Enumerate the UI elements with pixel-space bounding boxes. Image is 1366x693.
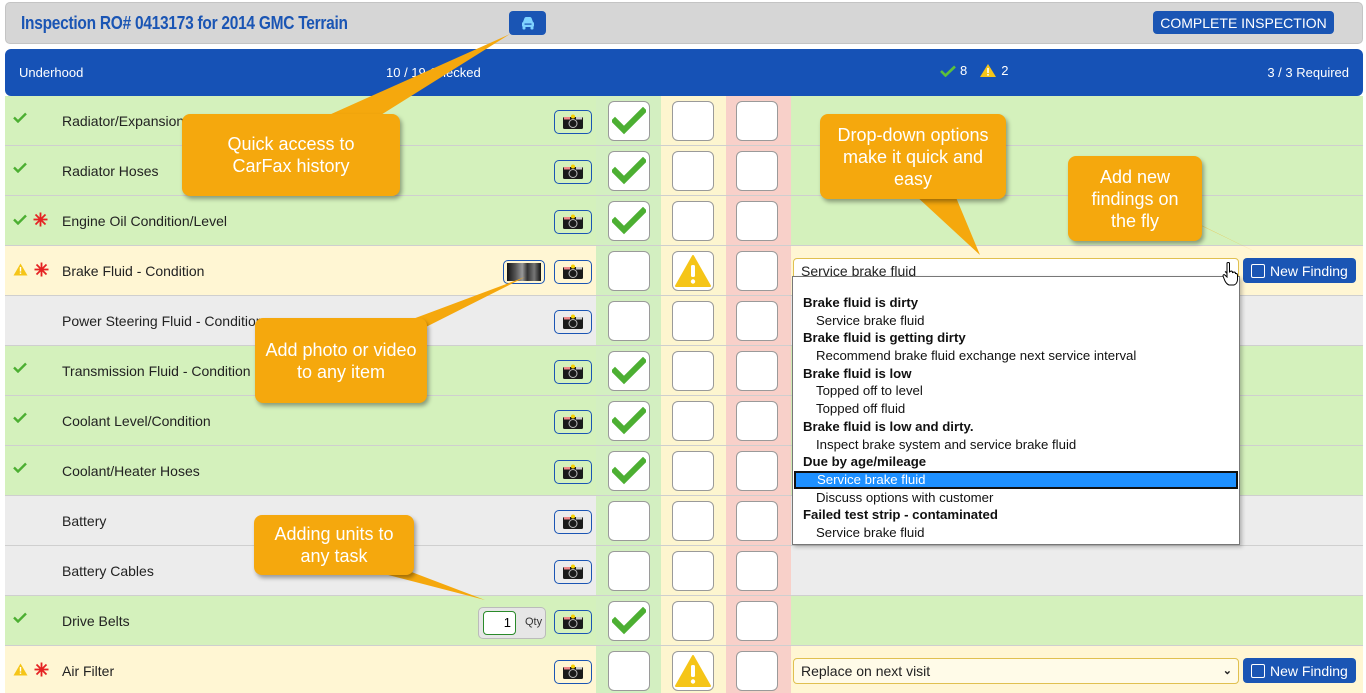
callout-photo: Add photo or video to any item bbox=[255, 318, 427, 403]
callout-carfax: Quick access to CarFax history bbox=[182, 114, 400, 196]
callout-units: Adding units to any task bbox=[254, 515, 414, 575]
inspection-page: Inspection RO# 0413173 for 2014 GMC Terr… bbox=[0, 0, 1366, 693]
callout-new-finding: Add new findings on the fly bbox=[1068, 156, 1202, 241]
hand-cursor-icon bbox=[1222, 262, 1238, 286]
callout-tails bbox=[300, 34, 1262, 600]
callout-dropdown: Drop-down options make it quick and easy bbox=[820, 114, 1006, 199]
